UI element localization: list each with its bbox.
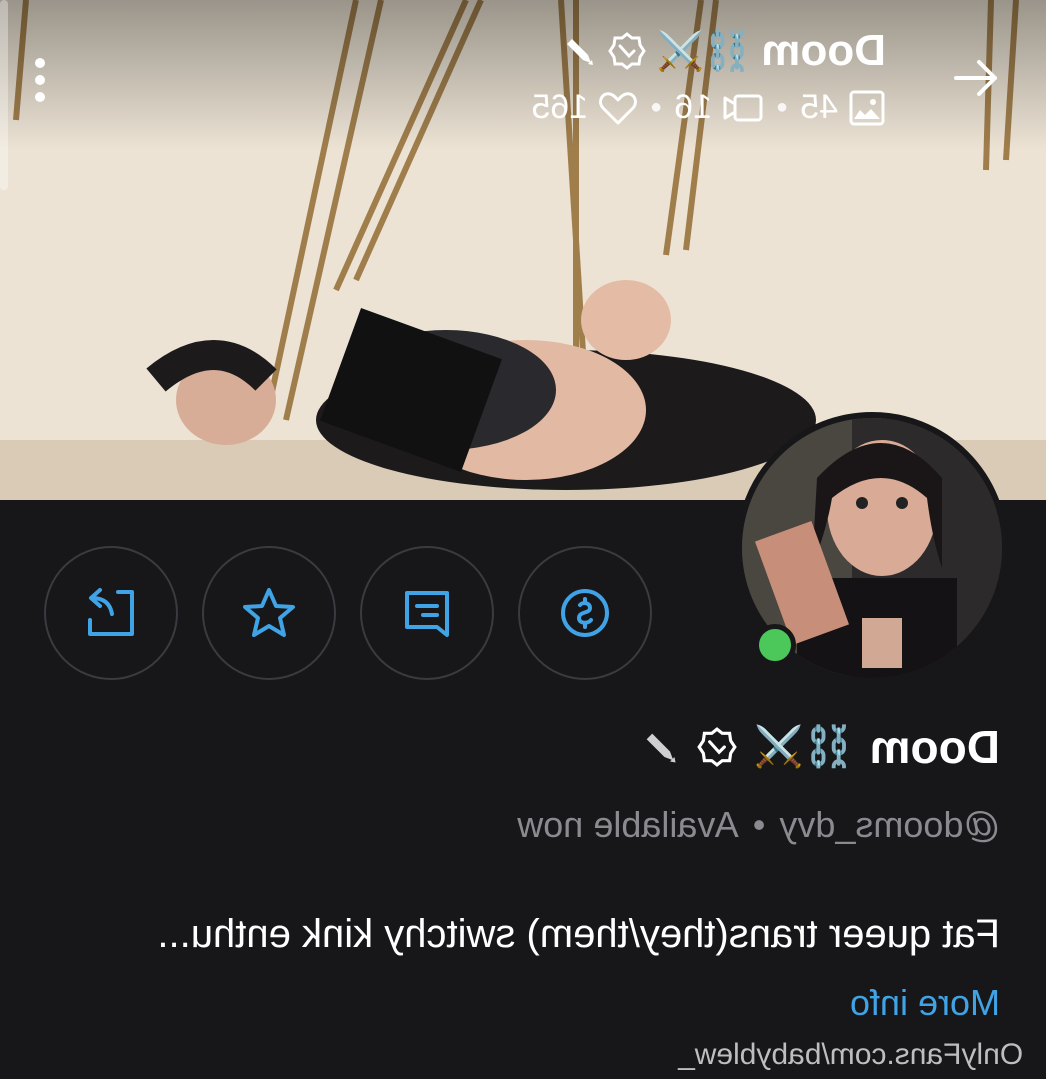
star-icon bbox=[243, 588, 295, 637]
share-button[interactable] bbox=[44, 546, 178, 680]
handle-separator: • bbox=[752, 804, 766, 845]
image-icon bbox=[849, 90, 885, 125]
stats-separator: ● bbox=[650, 96, 663, 118]
header-stats: 45 ● 16 ● 165 bbox=[531, 88, 886, 127]
verified-badge-icon bbox=[697, 727, 737, 767]
vertical-dots-icon bbox=[35, 58, 45, 102]
stats-separator: ● bbox=[776, 96, 789, 118]
action-buttons bbox=[44, 546, 652, 680]
header-emojis: ⛓️⚔️ bbox=[656, 29, 752, 73]
videos-count: 16 bbox=[674, 88, 713, 126]
tip-button[interactable] bbox=[518, 546, 652, 680]
likes-stat: 165 bbox=[531, 88, 638, 127]
profile-screen: Doom ⛓️⚔️ 45 ● 16 ● 165 Doom ⛓️⚔️ @dooms… bbox=[0, 0, 1046, 1079]
more-info-link[interactable]: More info bbox=[850, 982, 1000, 1024]
favorite-button[interactable] bbox=[202, 546, 336, 680]
pencil-icon[interactable] bbox=[561, 33, 597, 69]
images-stat: 45 bbox=[800, 88, 886, 127]
watermark: OnlyFans.com/babyblew_ bbox=[678, 1038, 1024, 1071]
message-button[interactable] bbox=[360, 546, 494, 680]
back-button[interactable] bbox=[946, 48, 1006, 108]
availability-status: Available now bbox=[517, 804, 739, 845]
verified-badge-icon bbox=[607, 32, 646, 70]
online-status-dot bbox=[754, 624, 796, 666]
scrollbar[interactable] bbox=[0, 0, 8, 190]
message-icon bbox=[405, 591, 449, 637]
pencil-icon[interactable] bbox=[640, 727, 680, 767]
profile-bio: Fat queer trans(they/them) switchy kink … bbox=[157, 912, 1000, 956]
profile-emojis: ⛓️⚔️ bbox=[754, 724, 854, 770]
header-name: Doom bbox=[761, 26, 886, 75]
images-count: 45 bbox=[800, 88, 838, 126]
videos-stat: 16 bbox=[674, 88, 764, 127]
arrow-left-icon bbox=[954, 60, 997, 96]
dollar-circle-icon bbox=[561, 589, 609, 637]
handle-row: @dooms_dvy • Available now bbox=[517, 804, 1000, 846]
share-icon bbox=[88, 588, 134, 636]
likes-count: 165 bbox=[531, 88, 589, 126]
top-bar: Doom ⛓️⚔️ 45 ● 16 ● 165 bbox=[0, 0, 1046, 190]
video-icon bbox=[723, 94, 763, 121]
username-handle: @dooms_dvy bbox=[779, 804, 1000, 845]
profile-name: Doom bbox=[869, 721, 1000, 773]
more-options-button[interactable] bbox=[20, 50, 60, 110]
profile-name-row: Doom ⛓️⚔️ bbox=[640, 720, 1000, 774]
header-name-row: Doom ⛓️⚔️ bbox=[561, 26, 886, 76]
heart-icon bbox=[599, 91, 638, 124]
